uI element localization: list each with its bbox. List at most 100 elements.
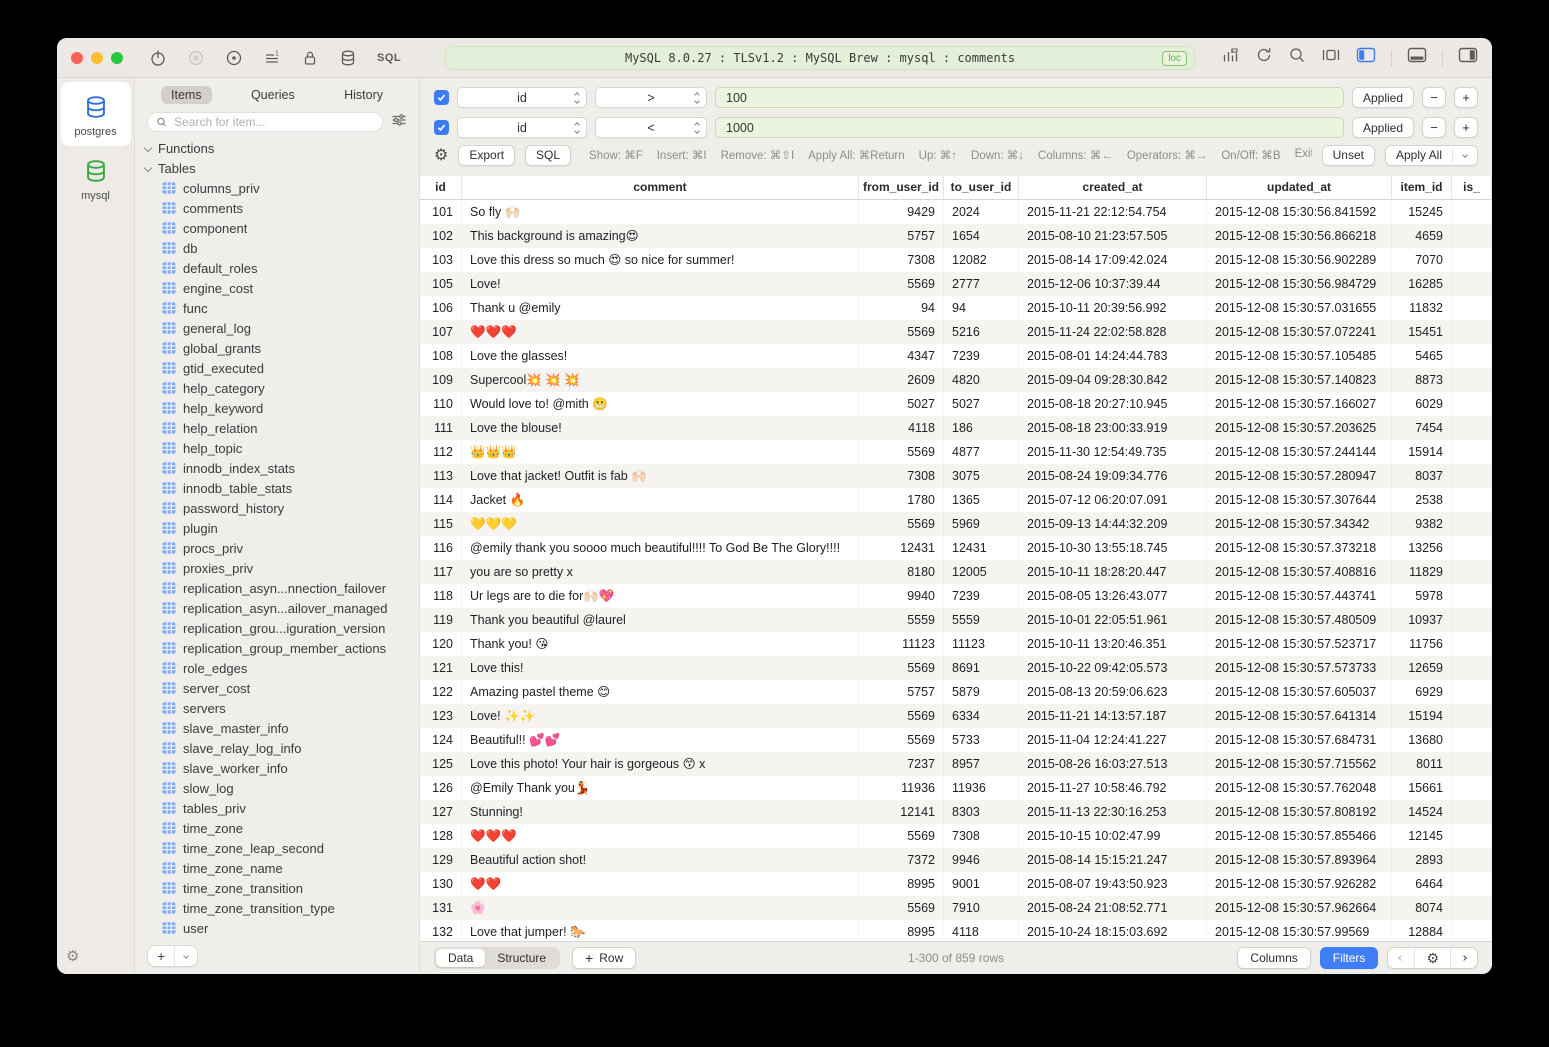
refresh-icon[interactable]	[1255, 46, 1273, 69]
cell-comment[interactable]: Love this!	[462, 656, 859, 680]
cell-item_id[interactable]: 8873	[1392, 368, 1452, 392]
cell-updated_at[interactable]: 2015-12-08 15:30:57.808192	[1207, 800, 1392, 824]
cell-created_at[interactable]: 2015-08-26 16:03:27.513	[1019, 752, 1207, 776]
cell-id[interactable]: 124	[420, 728, 462, 752]
cell-to_user_id[interactable]: 1365	[944, 488, 1019, 512]
center-layout-icon[interactable]	[1321, 46, 1341, 69]
cell-to_user_id[interactable]: 7910	[944, 896, 1019, 920]
cell-is_[interactable]	[1452, 392, 1492, 416]
table-row[interactable]: 106Thank u @emily94942015-10-11 20:39:56…	[420, 296, 1492, 320]
row-limit-icon[interactable]: 1	[263, 49, 281, 67]
cell-to_user_id[interactable]: 4877	[944, 440, 1019, 464]
cell-updated_at[interactable]: 2015-12-08 15:30:57.523717	[1207, 632, 1392, 656]
cell-is_[interactable]	[1452, 584, 1492, 608]
cell-item_id[interactable]: 12884	[1392, 920, 1452, 941]
cell-is_[interactable]	[1452, 848, 1492, 872]
table-row[interactable]: 110Would love to! @mith 😬502750272015-08…	[420, 392, 1492, 416]
filter-column-select[interactable]: id	[457, 87, 587, 108]
cell-created_at[interactable]: 2015-10-22 09:42:05.573	[1019, 656, 1207, 680]
cell-item_id[interactable]: 15194	[1392, 704, 1452, 728]
tab-history[interactable]: History	[334, 86, 393, 104]
table-item[interactable]: slave_relay_log_info	[135, 738, 419, 758]
cell-to_user_id[interactable]: 3075	[944, 464, 1019, 488]
filter-remove-button[interactable]: −	[1422, 87, 1446, 108]
add-item-button[interactable]: +	[148, 946, 174, 966]
cell-created_at[interactable]: 2015-11-13 22:30:16.253	[1019, 800, 1207, 824]
cell-id[interactable]: 129	[420, 848, 462, 872]
table-item[interactable]: proxies_priv	[135, 558, 419, 578]
table-item[interactable]: innodb_index_stats	[135, 458, 419, 478]
cell-to_user_id[interactable]: 7239	[944, 344, 1019, 368]
cell-comment[interactable]: Thank you beautiful @laurel	[462, 608, 859, 632]
cell-to_user_id[interactable]: 9001	[944, 872, 1019, 896]
connection-mysql[interactable]: mysql	[61, 146, 131, 210]
cell-updated_at[interactable]: 2015-12-08 15:30:56.866218	[1207, 224, 1392, 248]
cell-comment[interactable]: Jacket 🔥	[462, 488, 859, 512]
lock-icon[interactable]	[301, 49, 319, 67]
chart-icon[interactable]	[1221, 46, 1240, 69]
cell-to_user_id[interactable]: 186	[944, 416, 1019, 440]
column-header-from_user_id[interactable]: from_user_id	[859, 176, 944, 199]
add-item-chevron-button[interactable]	[174, 946, 197, 966]
tab-queries[interactable]: Queries	[241, 86, 305, 104]
cell-updated_at[interactable]: 2015-12-08 15:30:57.573733	[1207, 656, 1392, 680]
table-item[interactable]: servers	[135, 698, 419, 718]
cell-item_id[interactable]: 2893	[1392, 848, 1452, 872]
toggle-bottom-panel-icon[interactable]	[1407, 46, 1427, 69]
cell-created_at[interactable]: 2015-11-21 14:13:57.187	[1019, 704, 1207, 728]
cell-to_user_id[interactable]: 8303	[944, 800, 1019, 824]
cell-comment[interactable]: Thank you! 😘	[462, 632, 859, 656]
cell-id[interactable]: 130	[420, 872, 462, 896]
cell-updated_at[interactable]: 2015-12-08 15:30:57.684731	[1207, 728, 1392, 752]
cell-item_id[interactable]: 8074	[1392, 896, 1452, 920]
zoom-button[interactable]	[111, 52, 123, 64]
cell-from_user_id[interactable]: 5569	[859, 320, 944, 344]
cell-to_user_id[interactable]: 5879	[944, 680, 1019, 704]
cell-id[interactable]: 115	[420, 512, 462, 536]
cell-item_id[interactable]: 5978	[1392, 584, 1452, 608]
cell-comment[interactable]: Love this dress so much 😍 so nice for su…	[462, 248, 859, 272]
columns-button[interactable]: Columns	[1237, 947, 1310, 969]
cell-to_user_id[interactable]: 4820	[944, 368, 1019, 392]
filter-add-button[interactable]: +	[1454, 117, 1478, 138]
table-item[interactable]: slave_worker_info	[135, 758, 419, 778]
table-item[interactable]: general_log	[135, 318, 419, 338]
page-settings-gear-icon[interactable]: ⚙	[1414, 948, 1450, 968]
cell-updated_at[interactable]: 2015-12-08 15:30:57.244144	[1207, 440, 1392, 464]
filters-button[interactable]: Filters	[1320, 947, 1379, 969]
cell-is_[interactable]	[1452, 800, 1492, 824]
cell-updated_at[interactable]: 2015-12-08 15:30:57.408816	[1207, 560, 1392, 584]
column-header-comment[interactable]: comment	[462, 176, 859, 199]
cell-is_[interactable]	[1452, 920, 1492, 941]
cell-updated_at[interactable]: 2015-12-08 15:30:57.762048	[1207, 776, 1392, 800]
cell-item_id[interactable]: 15451	[1392, 320, 1452, 344]
cell-is_[interactable]	[1452, 224, 1492, 248]
cell-created_at[interactable]: 2015-08-24 19:09:34.776	[1019, 464, 1207, 488]
filter-sliders-icon[interactable]	[391, 112, 407, 133]
filter-column-select[interactable]: id	[457, 117, 587, 138]
cell-comment[interactable]: @Emily Thank you💃	[462, 776, 859, 800]
cell-comment[interactable]: ❤️❤️	[462, 872, 859, 896]
cell-id[interactable]: 125	[420, 752, 462, 776]
cell-created_at[interactable]: 2015-08-01 14:24:44.783	[1019, 344, 1207, 368]
cell-to_user_id[interactable]: 4118	[944, 920, 1019, 941]
table-item[interactable]: engine_cost	[135, 278, 419, 298]
cell-item_id[interactable]: 8011	[1392, 752, 1452, 776]
table-row[interactable]: 120Thank you! 😘11123111232015-10-11 13:2…	[420, 632, 1492, 656]
cell-comment[interactable]: So fly 🙌🏻	[462, 200, 859, 224]
cell-to_user_id[interactable]: 94	[944, 296, 1019, 320]
cell-updated_at[interactable]: 2015-12-08 15:30:57.280947	[1207, 464, 1392, 488]
cell-id[interactable]: 128	[420, 824, 462, 848]
cell-comment[interactable]: Would love to! @mith 😬	[462, 392, 859, 416]
cell-item_id[interactable]: 11832	[1392, 296, 1452, 320]
cell-is_[interactable]	[1452, 896, 1492, 920]
cell-created_at[interactable]: 2015-12-06 10:37:39.44	[1019, 272, 1207, 296]
table-item[interactable]: replication_asyn...nnection_failover	[135, 578, 419, 598]
table-row[interactable]: 117you are so pretty x8180120052015-10-1…	[420, 560, 1492, 584]
cell-to_user_id[interactable]: 11123	[944, 632, 1019, 656]
tab-data[interactable]: Data	[436, 949, 485, 967]
cell-updated_at[interactable]: 2015-12-08 15:30:57.373218	[1207, 536, 1392, 560]
cell-updated_at[interactable]: 2015-12-08 15:30:57.962664	[1207, 896, 1392, 920]
cell-item_id[interactable]: 15914	[1392, 440, 1452, 464]
cell-is_[interactable]	[1452, 704, 1492, 728]
